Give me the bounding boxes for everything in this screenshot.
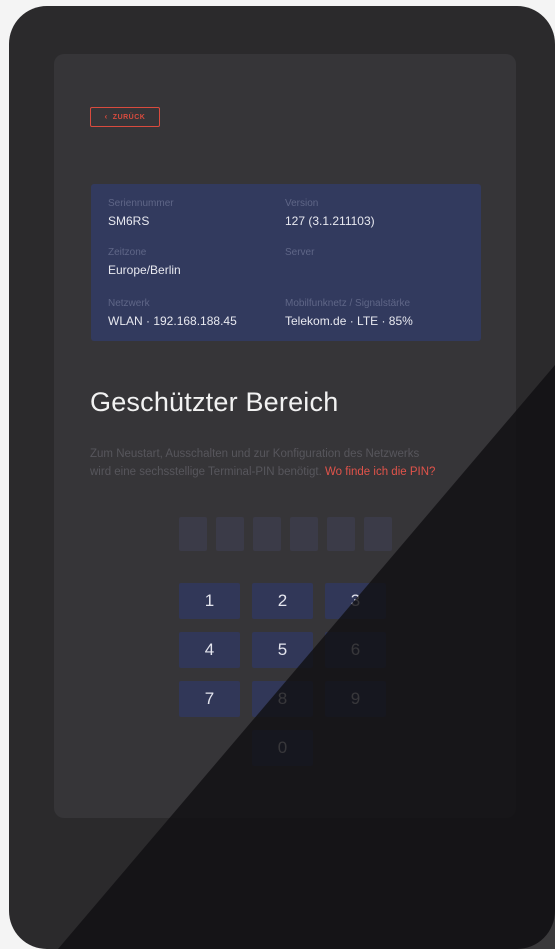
pin-description: Zum Neustart, Ausschalten und zur Konfig…: [90, 445, 490, 481]
info-timezone: Zeitzone Europe/Berlin: [108, 247, 181, 277]
keypad-key-3[interactable]: 3: [325, 583, 386, 619]
info-value: Telekom.de · LTE · 85%: [285, 314, 413, 328]
keypad-key-7[interactable]: 7: [179, 681, 240, 717]
keypad-key-4[interactable]: 4: [179, 632, 240, 668]
keypad-key-9[interactable]: 9: [325, 681, 386, 717]
info-label: Version: [285, 198, 319, 209]
device-info-card: Seriennummer SM6RS Version 127 (3.1.2111…: [91, 184, 481, 341]
keypad-key-5[interactable]: 5: [252, 632, 313, 668]
keypad-key-6[interactable]: 6: [325, 632, 386, 668]
info-serial: Seriennummer SM6RS: [108, 198, 174, 228]
info-network: Netzwerk WLAN · 192.168.188.45: [108, 298, 237, 328]
back-button[interactable]: ‹ ZURÜCK: [90, 107, 160, 127]
description-line-1: Zum Neustart, Ausschalten und zur Konfig…: [90, 448, 420, 460]
info-label: Mobilfunknetz / Signalstärke: [285, 298, 411, 309]
info-label: Server: [285, 247, 315, 258]
description-line-2: wird eine sechsstellige Terminal-PIN ben…: [90, 466, 322, 478]
info-value: SM6RS: [108, 214, 150, 228]
info-version: Version 127 (3.1.211103): [285, 198, 375, 228]
pin-digit-box: [327, 517, 355, 551]
info-mobile: Mobilfunknetz / Signalstärke Telekom.de …: [285, 298, 413, 328]
keypad-key-8[interactable]: 8: [252, 681, 313, 717]
numeric-keypad: 123 456 7890: [179, 583, 387, 767]
info-server: Server: [285, 247, 314, 263]
info-value: Europe/Berlin: [108, 263, 181, 277]
info-value: WLAN · 192.168.188.45: [108, 314, 237, 328]
pin-digit-box: [253, 517, 281, 551]
page-title: Geschützter Bereich: [90, 387, 339, 417]
terminal-screen: ‹ ZURÜCK Seriennummer SM6RS Version 127 …: [54, 54, 516, 818]
back-button-label: ZURÜCK: [112, 113, 146, 121]
pin-digit-box: [179, 517, 207, 551]
info-value: 127 (3.1.211103): [285, 214, 375, 228]
pin-digit-box: [364, 517, 392, 551]
info-label: Zeitzone: [108, 247, 147, 258]
info-label: Seriennummer: [108, 198, 174, 209]
keypad-key-1[interactable]: 1: [179, 583, 240, 619]
chevron-left-icon: ‹: [104, 112, 108, 121]
find-pin-link[interactable]: Wo finde ich die PIN?: [325, 466, 435, 478]
keypad-key-2[interactable]: 2: [252, 583, 313, 619]
pin-input[interactable]: [179, 517, 392, 551]
pin-digit-box: [216, 517, 244, 551]
info-label: Netzwerk: [108, 298, 150, 309]
device-frame: ‹ ZURÜCK Seriennummer SM6RS Version 127 …: [9, 6, 555, 949]
pin-digit-box: [290, 517, 318, 551]
keypad-key-0[interactable]: 0: [252, 730, 313, 766]
